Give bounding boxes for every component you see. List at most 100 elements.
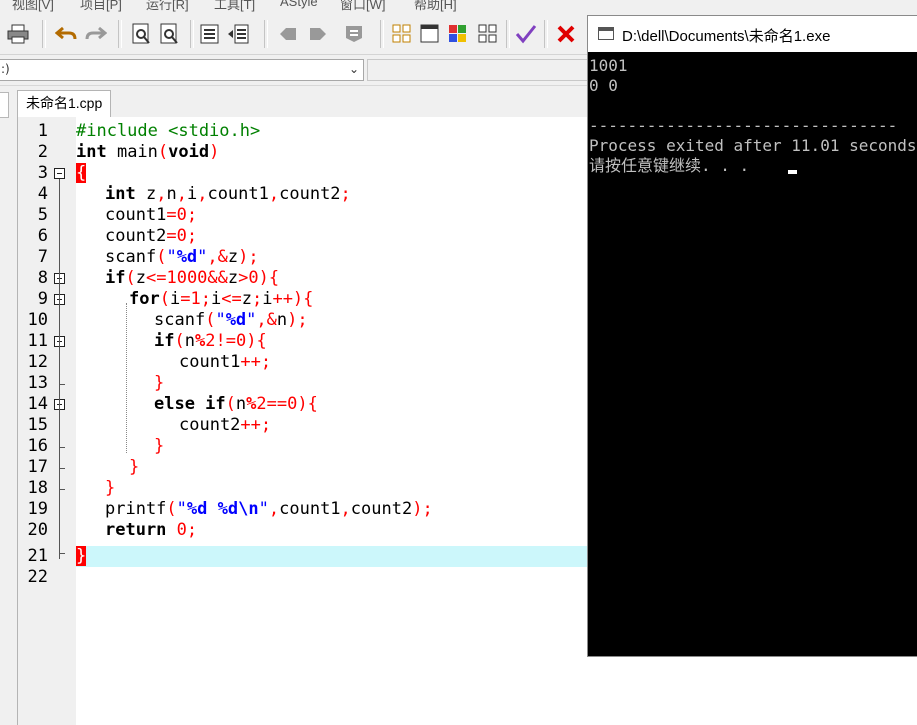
- menu-view[interactable]: 视图[V]: [12, 0, 54, 13]
- menu-tools[interactable]: 工具[T]: [214, 0, 255, 13]
- code-token: n: [184, 331, 195, 351]
- color-icon[interactable]: [446, 22, 470, 46]
- code-token: int: [76, 142, 107, 162]
- code-token: }: [105, 478, 116, 498]
- replace-icon[interactable]: [158, 22, 182, 46]
- code-token: 0: [176, 226, 187, 246]
- code-token: ": [166, 247, 177, 267]
- line-number: 21: [27, 546, 48, 566]
- code-token: count2: [279, 184, 341, 204]
- window-icon[interactable]: [418, 22, 442, 46]
- code-token: if: [154, 331, 175, 351]
- code-token: (: [174, 331, 185, 351]
- console-line: 1001: [589, 56, 628, 75]
- code-token: ,: [197, 184, 208, 204]
- indent-guide: [126, 303, 128, 453]
- menu-help[interactable]: 帮助[H]: [414, 0, 457, 13]
- menu-window[interactable]: 窗口[W]: [340, 0, 386, 13]
- bookmark-prev-icon[interactable]: [276, 22, 300, 46]
- fold-end: [59, 384, 65, 385]
- line-number: 5: [37, 205, 48, 225]
- code-token: ;: [186, 226, 198, 246]
- console-output[interactable]: 1001 0 0 -------------------------------…: [588, 54, 917, 654]
- code-token: count2: [350, 499, 413, 519]
- code-token: int: [105, 184, 136, 204]
- console-title: D:\dell\Documents\未命名1.exe: [622, 28, 831, 45]
- code-token: count1: [179, 352, 241, 372]
- code-token: (: [166, 499, 177, 519]
- code-token: ,&: [207, 247, 228, 267]
- code-token: (: [125, 268, 136, 288]
- code-token: z: [241, 289, 252, 309]
- tab-file[interactable]: 未命名1.cpp: [17, 90, 112, 117]
- code-token: if: [105, 268, 126, 288]
- code-token: n: [235, 394, 247, 414]
- layout-icon[interactable]: [476, 22, 500, 46]
- code-token: ": [258, 499, 269, 519]
- side-panel-edge: [0, 92, 9, 118]
- code-token: );: [287, 310, 308, 330]
- code-token: %d: [225, 310, 247, 330]
- code-token: %d: [176, 247, 198, 267]
- fold-toggle[interactable]: [54, 168, 65, 179]
- matched-brace: }: [76, 546, 87, 566]
- menu-run[interactable]: 运行[R]: [146, 0, 189, 13]
- code-token: =: [166, 226, 177, 246]
- code-token: (: [157, 142, 169, 162]
- console-line: 0 0: [589, 76, 618, 95]
- code-token: <=: [221, 289, 242, 309]
- code-token: <=: [145, 268, 167, 288]
- code-token: else if: [154, 394, 226, 414]
- close-icon[interactable]: [554, 22, 578, 46]
- check-icon[interactable]: [514, 22, 538, 46]
- undo-icon[interactable]: [54, 22, 78, 46]
- indent-icon[interactable]: [198, 22, 222, 46]
- toolbar-separator: [380, 20, 384, 48]
- chevron-down-icon[interactable]: ⌄: [349, 62, 359, 76]
- code-token: count1: [207, 184, 269, 204]
- code-token: ": [197, 247, 208, 267]
- code-token: i: [169, 289, 181, 309]
- line-number: 6: [37, 226, 48, 246]
- matched-brace: {: [76, 163, 87, 183]
- toolbar-separator: [42, 20, 46, 48]
- code-token: 1000: [166, 268, 208, 288]
- code-token: z: [227, 268, 239, 288]
- code-token: }: [129, 457, 140, 477]
- console-title-bar[interactable]: D:\dell\Documents\未命名1.exe: [588, 16, 917, 52]
- code-token: main: [106, 142, 158, 162]
- line-number: 11: [27, 331, 48, 351]
- menu-project[interactable]: 项目[P]: [80, 0, 122, 13]
- code-token: (: [156, 247, 167, 267]
- code-token: %d: [217, 499, 239, 519]
- fold-end: [59, 553, 65, 554]
- code-token: 0: [176, 205, 187, 225]
- code-token: ;: [186, 205, 198, 225]
- code-token: 2: [256, 394, 267, 414]
- fold-end: [59, 468, 65, 469]
- find-icon[interactable]: [130, 22, 154, 46]
- code-token: count1: [105, 205, 167, 225]
- code-token: count2: [179, 415, 241, 435]
- code-token: ++){: [272, 289, 314, 309]
- console-window[interactable]: D:\dell\Documents\未命名1.exe 1001 0 0 ----…: [587, 15, 917, 657]
- grid-icon[interactable]: [390, 22, 414, 46]
- redo-icon[interactable]: [84, 22, 108, 46]
- bookmark-next-icon[interactable]: [306, 22, 330, 46]
- code-token: }: [154, 373, 165, 393]
- menu-astyle[interactable]: AStyle: [280, 0, 318, 9]
- scope-dropdown[interactable]: :) ⌄: [0, 59, 364, 81]
- code-token: z: [227, 247, 239, 267]
- unindent-icon[interactable]: [226, 22, 250, 46]
- toolbar-separator: [118, 20, 122, 48]
- code-token: ==: [266, 394, 288, 414]
- line-number: 15: [27, 415, 48, 435]
- code-token: (: [159, 289, 170, 309]
- code-token: ": [176, 499, 187, 519]
- console-line: --------------------------------: [589, 116, 898, 135]
- toolbar-separator: [544, 20, 548, 48]
- symbol-dropdown[interactable]: [367, 59, 597, 81]
- printer-icon[interactable]: [6, 22, 30, 46]
- comment-icon[interactable]: [342, 22, 366, 46]
